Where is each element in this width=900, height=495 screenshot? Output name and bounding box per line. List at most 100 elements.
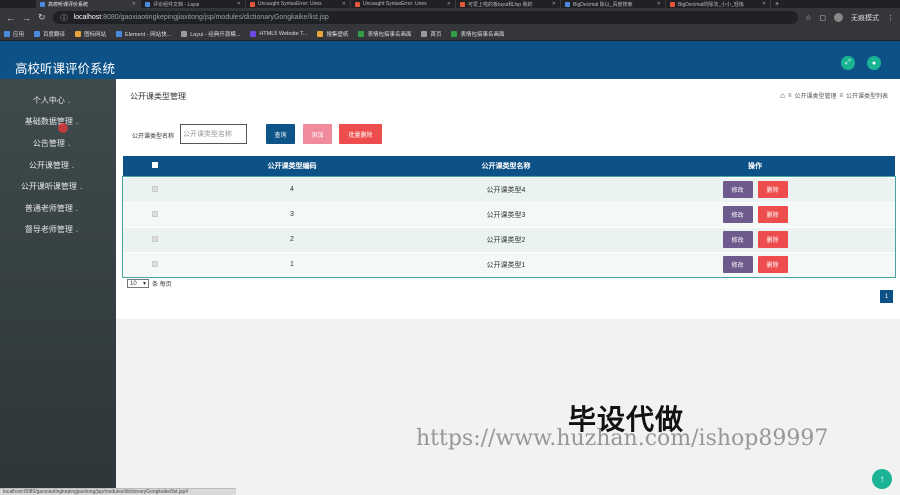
sidebar-item-class-audit[interactable]: 公开课听课管理 ⌄ [0, 181, 104, 192]
browser-tab[interactable]: Uncaught SyntaxError: Unex ✕ [351, 0, 456, 8]
url-field[interactable]: ⓘ localhost:8080/gaoxiaotingkepingjiaxit… [52, 11, 799, 24]
row-checkbox[interactable] [152, 260, 158, 267]
back-icon[interactable]: ← [6, 13, 15, 23]
search-input[interactable] [180, 124, 247, 144]
bookmark[interactable]: Layui - 经典开源模... [181, 30, 240, 38]
bookmark[interactable]: 应用 [4, 30, 24, 38]
bookmark[interactable]: Element - 网站快... [116, 30, 171, 38]
apps-icon [4, 30, 10, 37]
app-header: 高校听课评价系统 ⤢ ● [0, 41, 900, 79]
page-button-current[interactable]: 1 [880, 290, 893, 303]
close-icon[interactable]: ✕ [342, 1, 346, 7]
browser-actions: ☆ ▢ 无痕模式 ⋮ [805, 13, 894, 23]
reload-icon[interactable]: ↻ [38, 12, 46, 23]
delete-button[interactable]: 删除 [757, 206, 788, 223]
breadcrumb-item: 公开课类型列表 [845, 94, 888, 100]
name-cell: 公开课类型2 [397, 226, 615, 252]
page-size-select[interactable]: 10 ▾ [127, 279, 149, 288]
back-to-top-icon[interactable]: ↑ [872, 469, 892, 489]
data-table: 公开课类型编码 公开课类型名称 操作 4 公开课类型4 修改 删除 3 公开课类型… [122, 156, 896, 278]
sidebar-item-basic-data[interactable]: 基础数据管理 ⌄ [0, 116, 104, 127]
sidebar-item-personal-center[interactable]: 个人中心 ⌄ [0, 95, 104, 106]
row-checkbox[interactable] [152, 235, 158, 242]
browser-tab-bar: 高校听课评价系统 ✕ 评论组件文档 - Layui ✕ Uncaught Synta… [0, 0, 900, 8]
close-icon[interactable]: ✕ [657, 1, 661, 7]
bookmark-label: 图标网站 [84, 31, 107, 38]
bookmark[interactable]: 图标网站 [75, 30, 106, 38]
bookmark[interactable]: 表情包搞事名画面 [358, 30, 411, 38]
add-button[interactable]: 添加 [303, 124, 332, 144]
column-header: 操作 [615, 156, 895, 177]
sidebar-item-open-class[interactable]: 公开课管理 ⌄ [0, 160, 104, 171]
bookmark-label: 表情包搞事名画面 [367, 31, 412, 38]
sidebar-item-label: 个人中心 [32, 96, 65, 105]
row-checkbox[interactable] [152, 210, 158, 217]
tab-title: Uncaught SyntaxError: Unex [258, 1, 322, 7]
sidebar: 个人中心 ⌄ 基础数据管理 ⌄ 公告管理 ⌄ 公开课管理 ⌄ 公开课听课管理 ⌄ 普通老师… [0, 79, 116, 495]
column-header[interactable]: 公开课类型编码 [187, 156, 397, 177]
column-header[interactable]: 公开课类型名称 [397, 156, 615, 177]
close-icon[interactable]: ✕ [762, 1, 766, 7]
incognito-icon [834, 13, 843, 22]
tab-favicon [355, 1, 360, 7]
browser-tab[interactable]: BigDecimal 除以_百度搜索 ✕ [561, 0, 666, 8]
bookmark[interactable]: HTML5 Website T... [250, 30, 307, 37]
forward-icon[interactable]: → [22, 13, 31, 23]
select-all-checkbox[interactable] [152, 162, 158, 169]
incognito-label: 无痕模式 [851, 14, 879, 22]
sidebar-item-notice[interactable]: 公告管理 ⌄ [0, 138, 104, 149]
browser-tab[interactable]: BigDecimal的除法_小小_轻炼 ✕ [666, 0, 771, 8]
close-icon[interactable]: ✕ [447, 1, 451, 7]
search-label: 公开课类型名称 [132, 134, 175, 140]
action-cell: 修改 删除 [615, 251, 895, 277]
per-page-label: 条 每页 [152, 282, 172, 288]
list-panel: 公开课类型管理 ⌂ ≡ 公开课类型管理 ≡ 公开课类型列表 公开课类型名称 查询… [116, 79, 900, 319]
breadcrumb-separator: ≡ [839, 92, 843, 99]
edit-button[interactable]: 修改 [722, 181, 753, 198]
fullscreen-icon[interactable]: ⤢ [841, 56, 855, 70]
user-icon[interactable]: ● [867, 56, 881, 70]
edit-button[interactable]: 修改 [722, 231, 753, 248]
close-icon[interactable]: ✕ [237, 1, 241, 7]
bookmark-label: 百度翻译 [43, 31, 66, 38]
star-icon[interactable]: ☆ [805, 14, 811, 22]
tab-title: BigDecimal 除以_百度搜索 [573, 1, 633, 8]
sidebar-item-supervisors[interactable]: 督导老师管理 ⌄ [0, 224, 104, 235]
delete-button[interactable]: 删除 [757, 181, 788, 198]
name-cell: 公开课类型3 [397, 201, 615, 227]
delete-button[interactable]: 删除 [757, 231, 788, 248]
search-button[interactable]: 查询 [266, 124, 295, 144]
breadcrumb-item[interactable]: 公开课类型管理 [794, 91, 836, 100]
close-icon[interactable]: ✕ [132, 1, 136, 7]
home-icon[interactable]: ⌂ [780, 91, 785, 100]
menu-icon[interactable]: ⋮ [887, 14, 894, 22]
edit-button[interactable]: 修改 [722, 206, 753, 223]
batch-delete-button[interactable]: 批量删除 [339, 124, 382, 144]
browser-tab[interactable]: 高校听课评价系统 ✕ [36, 0, 141, 8]
delete-button[interactable]: 删除 [757, 256, 788, 274]
sidebar-item-teachers[interactable]: 普通老师管理 ⌄ [0, 203, 104, 214]
table-row: 2 公开课类型2 修改 删除 [123, 226, 895, 252]
extension-icon[interactable]: ▢ [819, 14, 826, 22]
name-cell: 公开课类型1 [397, 251, 615, 277]
cursor-click-indicator [58, 123, 68, 133]
window-controls [0, 0, 36, 8]
table-row: 3 公开课类型3 修改 删除 [123, 201, 895, 227]
edit-button[interactable]: 修改 [722, 256, 753, 274]
browser-tab[interactable]: 可爱上啦的板layui和Jsp 我的 ✕ [456, 0, 561, 8]
bookmark-label: Element - 网站快... [125, 31, 172, 38]
code-cell: 1 [187, 251, 397, 277]
tab-title: 高校听课评价系统 [48, 1, 89, 8]
close-icon[interactable]: ✕ [552, 1, 556, 7]
row-checkbox[interactable] [152, 185, 158, 192]
browser-tab[interactable]: 评论组件文档 - Layui ✕ [141, 0, 246, 8]
bookmark[interactable]: 搜集壁纸 [317, 30, 348, 38]
emoji-icon [358, 30, 365, 37]
browser-tab[interactable]: Uncaught SyntaxError: Unex ✕ [246, 0, 351, 8]
select-cell [123, 251, 187, 277]
bookmark[interactable]: 表情包搞事名画面 [451, 30, 504, 38]
tab-title: 评论组件文档 - Layui [153, 1, 200, 8]
new-tab-button[interactable]: + [771, 1, 779, 8]
bookmark[interactable]: 首页 [421, 30, 441, 38]
bookmark[interactable]: 百度翻译 [34, 30, 65, 38]
